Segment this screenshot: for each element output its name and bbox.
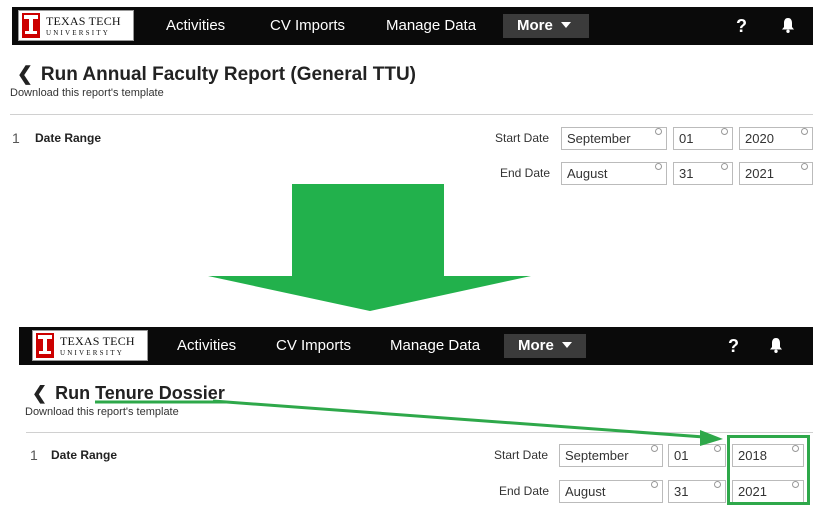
step-label: Date Range xyxy=(35,131,102,145)
start-date-label: Start Date xyxy=(494,448,549,462)
download-template-link[interactable]: Download this report's template xyxy=(25,406,179,418)
nav-activities[interactable]: Activities xyxy=(166,7,225,45)
start-month-select[interactable]: September xyxy=(559,444,663,467)
step-label: Date Range xyxy=(51,448,118,462)
select-handle-icon xyxy=(714,445,721,452)
start-day-value: 01 xyxy=(679,131,694,146)
report-title-prefix: Run xyxy=(55,383,91,403)
select-handle-icon xyxy=(714,481,721,488)
nav-activities[interactable]: Activities xyxy=(177,327,236,365)
chevron-left-icon[interactable]: ❮ xyxy=(17,63,33,86)
nav-manage-data[interactable]: Manage Data xyxy=(386,7,476,45)
start-year-value: 2020 xyxy=(745,131,774,146)
nav-cv-imports[interactable]: CV Imports xyxy=(270,7,345,45)
bell-icon[interactable] xyxy=(781,17,795,33)
caret-down-icon xyxy=(561,342,572,349)
double-t-logo-icon xyxy=(36,333,54,358)
select-handle-icon xyxy=(801,128,808,135)
select-handle-icon xyxy=(655,128,662,135)
end-month-select[interactable]: August xyxy=(559,480,663,503)
divider xyxy=(26,432,813,433)
end-date-label: End Date xyxy=(499,484,550,498)
brand-name: TEXAS TECH xyxy=(46,14,121,28)
divider xyxy=(10,114,813,115)
help-button[interactable]: ? xyxy=(736,7,747,45)
more-menu-button[interactable]: More xyxy=(503,14,589,38)
texas-tech-logo[interactable]: TEXAS TECH UNIVERSITY xyxy=(18,10,134,41)
start-month-select[interactable]: September xyxy=(561,127,667,150)
start-year-select[interactable]: 2020 xyxy=(739,127,813,150)
end-year-value: 2021 xyxy=(745,166,774,181)
end-day-value: 31 xyxy=(674,484,689,499)
select-handle-icon xyxy=(655,163,662,170)
select-handle-icon xyxy=(651,481,658,488)
start-day-select[interactable]: 01 xyxy=(668,444,726,467)
more-label: More xyxy=(518,337,554,354)
more-menu-button[interactable]: More xyxy=(504,334,586,358)
end-month-select[interactable]: August xyxy=(561,162,667,185)
top-navbar: TEXAS TECH UNIVERSITY Activities CV Impo… xyxy=(12,7,813,45)
end-date-label: End Date xyxy=(500,166,551,180)
report-title: Run Annual Faculty Report (General TTU) xyxy=(40,64,417,85)
help-button[interactable]: ? xyxy=(728,327,739,365)
select-handle-icon xyxy=(801,163,808,170)
end-month-value: August xyxy=(567,166,608,181)
select-handle-icon xyxy=(651,445,658,452)
nav-manage-data[interactable]: Manage Data xyxy=(390,327,480,365)
brand-sub: UNIVERSITY xyxy=(60,349,124,357)
step-number: 1 xyxy=(12,130,20,146)
start-day-value: 01 xyxy=(674,448,689,463)
caret-down-icon xyxy=(560,22,571,29)
bell-icon[interactable] xyxy=(769,337,783,353)
start-month-value: September xyxy=(565,448,629,463)
page-title: ❮ Run Tenure Dossier xyxy=(32,383,225,404)
end-year-select[interactable]: 2021 xyxy=(739,162,813,185)
start-date-label: Start Date xyxy=(495,131,550,145)
chevron-left-icon[interactable]: ❮ xyxy=(32,383,47,404)
end-day-value: 31 xyxy=(679,166,694,181)
select-handle-icon xyxy=(721,163,728,170)
report-title-highlight: Tenure Dossier xyxy=(95,383,225,403)
end-month-value: August xyxy=(565,484,606,499)
end-day-select[interactable]: 31 xyxy=(668,480,726,503)
end-day-select[interactable]: 31 xyxy=(673,162,733,185)
year-highlight-box xyxy=(727,435,810,505)
bottom-navbar: TEXAS TECH UNIVERSITY Activities CV Impo… xyxy=(19,327,813,365)
nav-cv-imports[interactable]: CV Imports xyxy=(276,327,351,365)
texas-tech-logo[interactable]: TEXAS TECH UNIVERSITY xyxy=(32,330,148,361)
download-template-link[interactable]: Download this report's template xyxy=(10,87,164,99)
select-handle-icon xyxy=(721,128,728,135)
start-day-select[interactable]: 01 xyxy=(673,127,733,150)
brand-name: TEXAS TECH xyxy=(60,334,135,348)
more-label: More xyxy=(517,17,553,34)
page-title: ❮ Run Annual Faculty Report (General TTU) xyxy=(17,63,416,86)
step-number: 1 xyxy=(30,447,38,463)
start-month-value: September xyxy=(567,131,631,146)
double-t-logo-icon xyxy=(22,13,40,38)
brand-sub: UNIVERSITY xyxy=(46,29,110,37)
